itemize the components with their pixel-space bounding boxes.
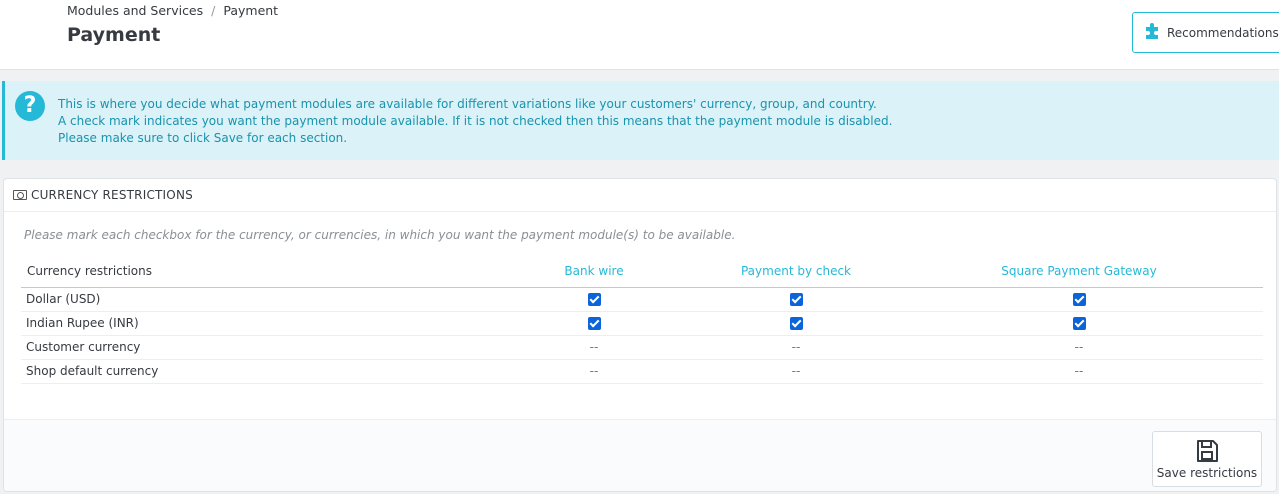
module-column-header[interactable]: Bank wire <box>491 255 697 288</box>
panel-title: CURRENCY RESTRICTIONS <box>31 188 193 202</box>
not-applicable-cell: -- <box>491 359 697 384</box>
restriction-checkbox[interactable] <box>587 317 601 330</box>
help-icon: ? <box>15 91 45 121</box>
module-column-header[interactable]: Payment by check <box>697 255 895 288</box>
module-column-header[interactable]: Square Payment Gateway <box>895 255 1263 288</box>
not-applicable-cell: -- <box>895 359 1263 384</box>
save-restrictions-button[interactable]: Save restrictions <box>1152 431 1262 487</box>
table-row: Customer currency -- -- -- <box>21 335 1263 360</box>
currency-restrictions-panel: CURRENCY RESTRICTIONS Please mark each c… <box>3 178 1277 492</box>
checkbox-cell <box>697 311 895 336</box>
table-row: Dollar (USD) <box>21 287 1263 312</box>
restriction-checkbox[interactable] <box>789 293 803 306</box>
panel-hint: Please mark each checkbox for the curren… <box>24 228 736 242</box>
breadcrumb-separator: / <box>211 3 216 18</box>
not-applicable-cell: -- <box>895 335 1263 360</box>
table-row: Indian Rupee (INR) <box>21 311 1263 336</box>
money-icon <box>13 190 27 200</box>
currency-label: Shop default currency <box>21 359 491 384</box>
restriction-checkbox[interactable] <box>587 293 601 306</box>
checkbox-cell <box>491 287 697 312</box>
checkbox-cell <box>697 287 895 312</box>
recommendations-button[interactable]: Recommendations <box>1132 12 1279 53</box>
puzzle-icon <box>1143 22 1167 43</box>
column-header: Currency restrictions <box>21 255 491 288</box>
alert-text: This is where you decide what payment mo… <box>58 96 892 147</box>
alert-line: A check mark indicates you want the paym… <box>58 114 893 128</box>
table-header-row: Currency restrictions Bank wire Payment … <box>21 255 1263 288</box>
not-applicable-cell: -- <box>697 335 895 360</box>
panel-header: CURRENCY RESTRICTIONS <box>4 179 1276 212</box>
currency-label: Customer currency <box>21 335 491 360</box>
recommendations-label: Recommendations <box>1167 25 1279 40</box>
alert-line: Please make sure to click Save for each … <box>58 131 348 145</box>
page-title: Payment <box>67 24 161 46</box>
breadcrumb-parent-link[interactable]: Modules and Services <box>67 3 203 18</box>
panel-footer: Save restrictions <box>4 419 1276 491</box>
not-applicable-cell: -- <box>697 359 895 384</box>
checkbox-cell <box>491 311 697 336</box>
info-alert: ? This is where you decide what payment … <box>2 81 1279 160</box>
restriction-checkbox[interactable] <box>789 317 803 330</box>
restrictions-table: Currency restrictions Bank wire Payment … <box>21 255 1263 384</box>
breadcrumb-current: Payment <box>223 3 279 18</box>
floppy-disk-icon <box>1197 440 1218 462</box>
checkbox-cell <box>895 311 1263 336</box>
checkbox-cell <box>895 287 1263 312</box>
not-applicable-cell: -- <box>491 335 697 360</box>
restriction-checkbox[interactable] <box>1072 293 1086 306</box>
breadcrumb: Modules and Services / Payment <box>67 3 278 18</box>
save-restrictions-label: Save restrictions <box>1156 466 1258 480</box>
currency-label: Indian Rupee (INR) <box>21 311 491 336</box>
alert-line: This is where you decide what payment mo… <box>58 97 877 111</box>
currency-label: Dollar (USD) <box>21 287 491 312</box>
table-row: Shop default currency -- -- -- <box>21 359 1263 384</box>
page-header: Modules and Services / Payment Payment Rec… <box>0 0 1279 70</box>
restriction-checkbox[interactable] <box>1072 317 1086 330</box>
